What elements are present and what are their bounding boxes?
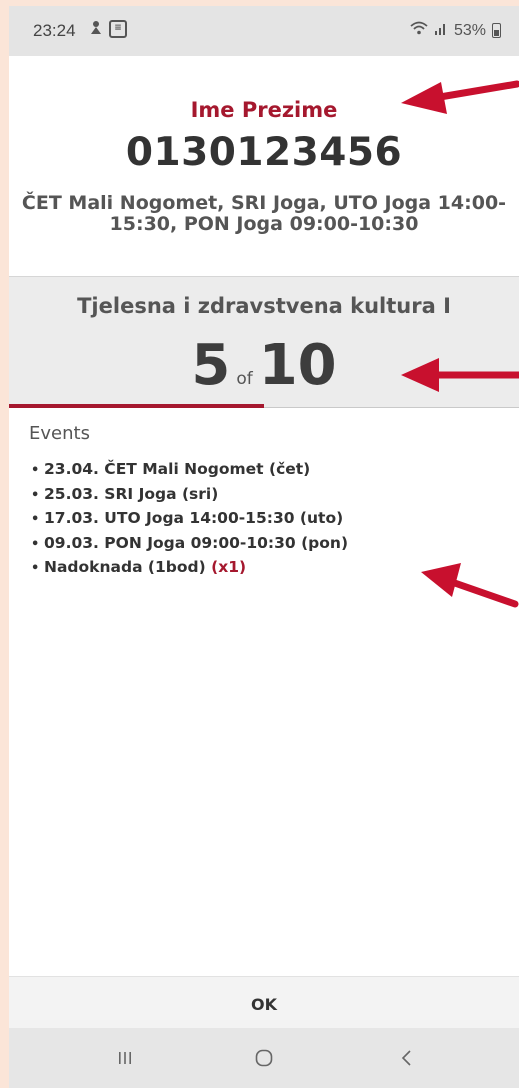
navigation-bar [9, 1028, 519, 1088]
message-icon: ≡ [109, 20, 127, 38]
battery-icon [492, 23, 501, 38]
notification-icon [89, 19, 103, 39]
ok-button[interactable]: OK [231, 991, 297, 1018]
status-bar: 23:24 ≡ 53% [9, 6, 519, 56]
events-list: • 23.04. ČET Mali Nogomet (čet) • 25.03. S… [31, 458, 348, 581]
signal-icon [434, 21, 448, 40]
course-title: Tjelesna i zdravstvena kultura I [77, 294, 451, 318]
list-item: • Nadoknada (1bod) (x1) [31, 556, 348, 581]
list-item: • 25.03. SRI Joga (sri) [31, 483, 348, 508]
list-item: • 09.03. PON Joga 09:00-10:30 (pon) [31, 532, 348, 557]
back-icon[interactable] [387, 1043, 427, 1073]
student-name: Ime Prezime [190, 98, 338, 122]
score-current: 5 [191, 333, 231, 398]
event-text: 17.03. UTO Joga 14:00-15:30 (uto) [44, 509, 344, 527]
score-of-label: of [236, 369, 253, 389]
student-id: 0130123456 [125, 130, 403, 175]
list-item: • 23.04. ČET Mali Nogomet (čet) [31, 458, 348, 483]
status-time: 23:24 [33, 21, 76, 40]
bullet-icon: • [31, 487, 40, 503]
progress-fill [9, 404, 264, 408]
bullet-icon: • [31, 463, 40, 478]
bullet-icon: • [31, 512, 40, 527]
wifi-icon [410, 21, 428, 40]
event-multiplier: (x1) [211, 558, 247, 576]
dialog-actions: OK [9, 976, 519, 1029]
event-text: Nadoknada (1bod) [44, 558, 212, 576]
event-text: 23.04. ČET Mali Nogomet (čet) [44, 460, 311, 478]
events-title: Events [29, 423, 90, 444]
score-total: 10 [258, 333, 337, 398]
bullet-icon: • [31, 561, 40, 576]
recent-apps-icon[interactable] [105, 1043, 145, 1073]
bullet-icon: • [31, 536, 40, 552]
event-text: 09.03. PON Joga 09:00-10:30 (pon) [44, 533, 349, 552]
score-display: 5 of 10 [9, 333, 519, 398]
status-left-icons: ≡ [89, 19, 127, 39]
event-text: 25.03. SRI Joga (sri) [44, 484, 219, 503]
phone-screen: 23:24 ≡ 53% Ime Prezime 0130123456 ČET M… [9, 6, 519, 1088]
student-header: Ime Prezime 0130123456 ČET Mali Nogomet,… [9, 56, 519, 278]
status-right-icons: 53% [410, 21, 501, 40]
score-section: Tjelesna i zdravstvena kultura I 5 of 10 [9, 276, 519, 408]
progress-bar [9, 404, 519, 408]
battery-percent: 53% [453, 21, 486, 39]
student-schedule: ČET Mali Nogomet, SRI Joga, UTO Joga 14:… [21, 192, 507, 235]
home-icon[interactable] [244, 1043, 284, 1073]
list-item: • 17.03. UTO Joga 14:00-15:30 (uto) [31, 507, 348, 532]
